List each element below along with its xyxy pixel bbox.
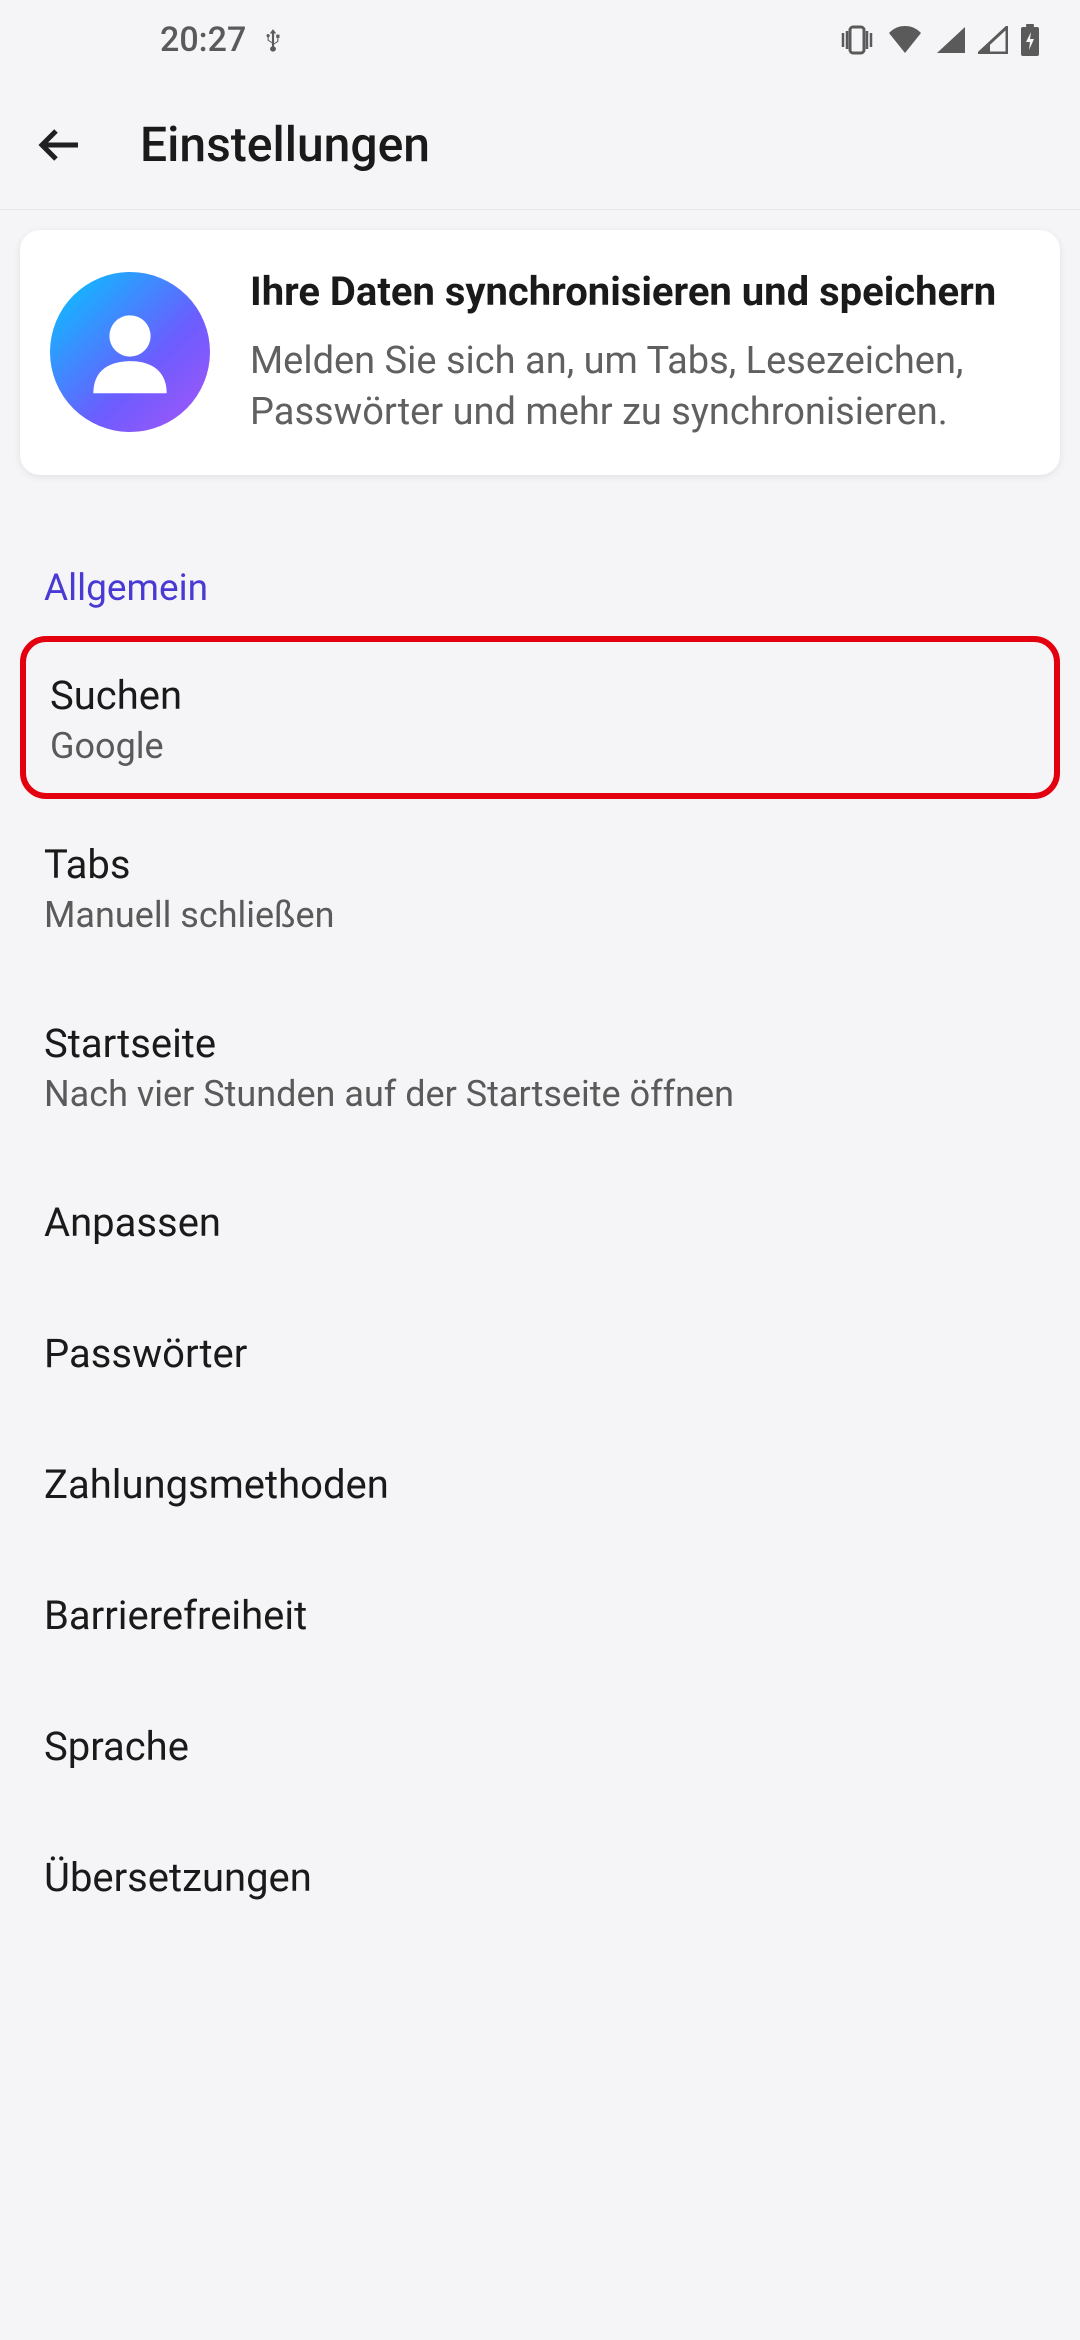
status-bar: 20:27	[0, 0, 1080, 80]
settings-item-title: Tabs	[44, 841, 1036, 888]
settings-item-translations[interactable]: Übersetzungen	[0, 1812, 1080, 1943]
wifi-icon	[886, 25, 924, 55]
settings-item-title: Sprache	[44, 1723, 1036, 1770]
status-time: 20:27	[160, 20, 246, 60]
settings-item-payment[interactable]: Zahlungsmethoden	[0, 1419, 1080, 1550]
sync-content: Ihre Daten synchronisieren und speichern…	[250, 266, 1030, 439]
section-header-general: Allgemein	[0, 495, 1080, 636]
settings-item-customize[interactable]: Anpassen	[0, 1157, 1080, 1288]
vibrate-icon	[840, 25, 874, 55]
settings-item-title: Übersetzungen	[44, 1854, 1036, 1901]
settings-item-passwords[interactable]: Passwörter	[0, 1288, 1080, 1419]
settings-item-title: Barrierefreiheit	[44, 1592, 1036, 1639]
settings-item-title: Startseite	[44, 1020, 1036, 1067]
avatar-wrapper	[50, 272, 210, 432]
settings-item-language[interactable]: Sprache	[0, 1681, 1080, 1812]
settings-item-homepage[interactable]: Startseite Nach vier Stunden auf der Sta…	[0, 978, 1080, 1157]
back-button[interactable]	[30, 115, 90, 175]
status-bar-left: 20:27	[160, 20, 286, 60]
settings-item-tabs[interactable]: Tabs Manuell schließen	[0, 799, 1080, 978]
status-bar-right	[840, 24, 1040, 56]
page-title: Einstellungen	[140, 116, 430, 173]
sync-description: Melden Sie sich an, um Tabs, Lesezeichen…	[250, 336, 1030, 439]
settings-item-title: Anpassen	[44, 1199, 1036, 1246]
battery-icon	[1020, 24, 1040, 56]
settings-item-search[interactable]: Suchen Google	[20, 636, 1060, 799]
app-bar: Einstellungen	[0, 80, 1080, 210]
usb-icon	[260, 27, 286, 53]
signal-icon-1	[936, 26, 966, 54]
avatar-icon	[50, 272, 210, 432]
settings-item-subtitle: Manuell schließen	[44, 894, 1036, 936]
settings-item-accessibility[interactable]: Barrierefreiheit	[0, 1550, 1080, 1681]
settings-item-title: Passwörter	[44, 1330, 1036, 1377]
signal-icon-2	[978, 26, 1008, 54]
arrow-left-icon	[36, 121, 84, 169]
settings-item-title: Suchen	[50, 672, 1030, 719]
sync-title: Ihre Daten synchronisieren und speichern	[250, 266, 1030, 318]
sync-card[interactable]: Ihre Daten synchronisieren und speichern…	[20, 230, 1060, 475]
settings-list: Suchen Google Tabs Manuell schließen Sta…	[0, 636, 1080, 1943]
settings-item-subtitle: Google	[50, 725, 1030, 767]
settings-item-title: Zahlungsmethoden	[44, 1461, 1036, 1508]
settings-item-subtitle: Nach vier Stunden auf der Startseite öff…	[44, 1073, 1036, 1115]
